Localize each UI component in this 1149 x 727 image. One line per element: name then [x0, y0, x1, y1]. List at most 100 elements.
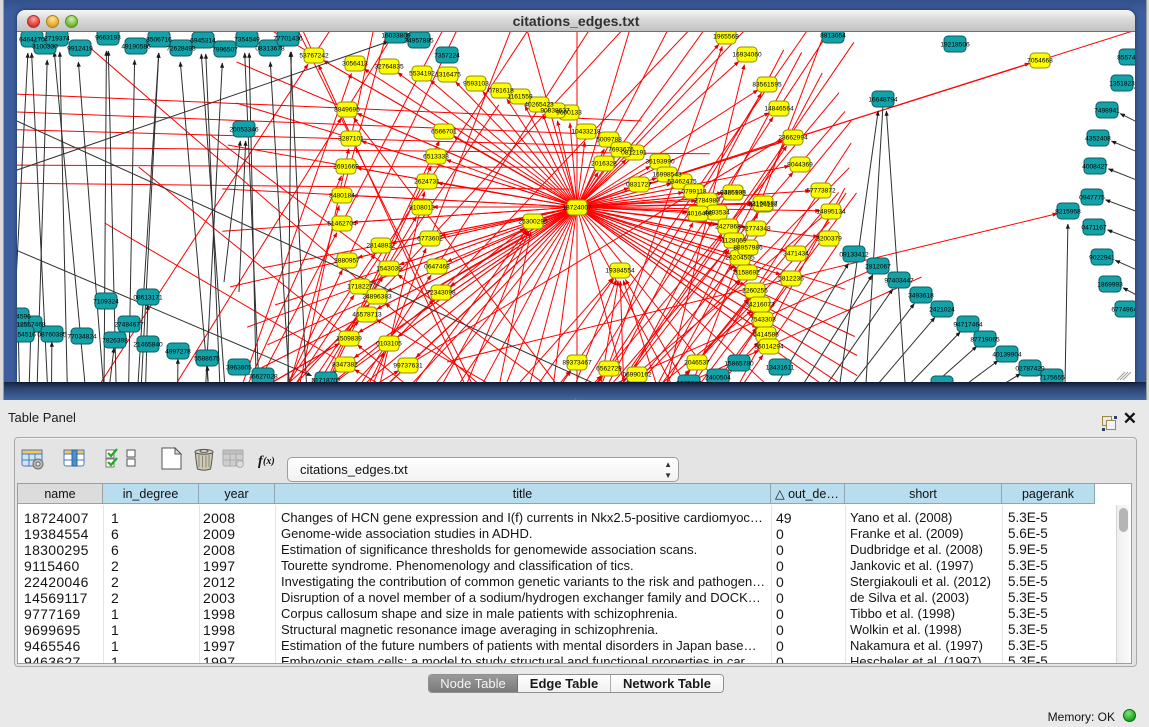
svg-text:4352408: 4352408: [1085, 136, 1111, 143]
svg-text:7175655: 7175655: [1039, 375, 1065, 382]
svg-text:3158692: 3158692: [734, 270, 760, 277]
svg-text:12567468: 12567468: [17, 322, 46, 329]
svg-text:6773602: 6773602: [417, 236, 443, 243]
svg-text:7154516: 7154516: [17, 332, 36, 339]
svg-text:5534192: 5534192: [409, 71, 435, 78]
svg-text:46578713: 46578713: [352, 312, 382, 319]
svg-text:24896383: 24896383: [362, 294, 392, 301]
svg-text:83561595: 83561595: [752, 82, 782, 89]
svg-text:6945314: 6945314: [190, 38, 216, 45]
svg-text:67749649: 67749649: [1111, 307, 1135, 314]
svg-text:27484677: 27484677: [114, 322, 144, 329]
svg-text:8215958: 8215958: [1055, 209, 1081, 216]
svg-text:34957885: 34957885: [404, 38, 434, 45]
svg-text:0799118: 0799118: [681, 189, 707, 196]
svg-text:6513338: 6513338: [423, 154, 449, 161]
svg-text:02787429: 02787429: [1015, 366, 1045, 373]
svg-text:08313678: 08313678: [255, 46, 285, 53]
svg-text:8480184: 8480184: [329, 193, 355, 200]
svg-text:2691669: 2691669: [333, 164, 359, 171]
svg-text:14895134: 14895134: [816, 209, 846, 216]
svg-text:1351823: 1351823: [1109, 81, 1135, 88]
svg-text:77034824: 77034824: [67, 334, 97, 341]
svg-text:72628498: 72628498: [166, 46, 196, 53]
svg-text:1543039: 1543039: [376, 266, 402, 273]
svg-text:3200379: 3200379: [816, 236, 842, 243]
svg-text:77701436: 77701436: [273, 36, 303, 43]
svg-text:8557444: 8557444: [1117, 55, 1135, 62]
svg-text:7109324: 7109324: [93, 299, 119, 306]
svg-text:5623869: 5623869: [676, 381, 702, 383]
svg-text:2046537: 2046537: [684, 360, 710, 367]
svg-text:1965569: 1965569: [713, 34, 739, 41]
svg-text:2880957: 2880957: [334, 258, 360, 265]
svg-text:97403447: 97403447: [884, 278, 914, 285]
svg-text:40265423: 40265423: [524, 102, 554, 109]
svg-text:2400504: 2400504: [705, 375, 731, 382]
svg-text:16648794: 16648794: [868, 97, 898, 104]
svg-text:18724007: 18724007: [562, 205, 592, 212]
svg-text:85014294: 85014294: [754, 344, 784, 351]
svg-text:0103105: 0103105: [376, 341, 402, 348]
svg-text:14846564: 14846564: [764, 106, 794, 113]
svg-text:7357224: 7357224: [434, 53, 460, 60]
svg-text:7543303: 7543303: [750, 317, 776, 324]
svg-text:99737631: 99737631: [393, 363, 423, 370]
svg-text:8044369: 8044369: [787, 162, 813, 169]
svg-text:1161559: 1161559: [507, 94, 533, 101]
svg-text:3963605: 3963605: [226, 365, 252, 372]
svg-text:8849696: 8849696: [334, 107, 360, 114]
svg-text:2784980: 2784980: [694, 198, 720, 205]
svg-text:7054668: 7054668: [1027, 58, 1053, 65]
svg-text:6566701: 6566701: [431, 129, 457, 136]
svg-text:53462475: 53462475: [667, 179, 697, 186]
svg-text:5812236: 5812236: [778, 276, 804, 283]
svg-text:3287101: 3287101: [338, 136, 364, 143]
svg-text:2260256: 2260256: [742, 288, 768, 295]
svg-text:2421024: 2421024: [929, 307, 955, 314]
svg-text:4997278: 4997278: [165, 349, 191, 356]
svg-text:3493618: 3493618: [908, 293, 934, 300]
svg-text:1316475: 1316475: [435, 72, 461, 79]
svg-text:1128059: 1128059: [721, 238, 747, 245]
svg-text:88957986: 88957986: [733, 245, 763, 252]
svg-text:2016328: 2016328: [591, 161, 617, 168]
svg-text:57773872: 57773872: [806, 188, 836, 195]
svg-text:7498941: 7498941: [1094, 108, 1120, 115]
svg-text:9593103: 9593103: [463, 81, 489, 88]
svg-text:2719374: 2719374: [44, 36, 70, 43]
svg-text:94717464: 94717464: [953, 322, 983, 329]
svg-text:0647468: 0647468: [424, 264, 450, 271]
svg-text:16998543: 16998543: [652, 172, 682, 179]
svg-text:0947775: 0947775: [1079, 195, 1105, 202]
svg-text:7354549: 7354549: [234, 37, 260, 44]
svg-text:9912419: 9912419: [67, 46, 93, 53]
svg-text:9663193: 9663193: [95, 35, 121, 42]
svg-text:32764835: 32764835: [374, 64, 404, 71]
svg-text:2174596: 2174596: [17, 314, 31, 321]
svg-text:3056413: 3056413: [342, 61, 368, 68]
svg-text:28148932: 28148932: [366, 243, 396, 250]
svg-text:06990162: 06990162: [622, 372, 652, 379]
svg-text:1869993: 1869993: [1097, 282, 1123, 289]
svg-text:2812067: 2812067: [865, 264, 891, 271]
svg-text:19218506: 19218506: [940, 42, 970, 49]
svg-text:08760385: 08760385: [37, 332, 67, 339]
svg-text:2624731: 2624731: [414, 179, 440, 186]
svg-text:7826398: 7826398: [102, 338, 128, 345]
svg-text:23166587: 23166587: [748, 201, 778, 208]
svg-text:36193990: 36193990: [645, 159, 675, 166]
svg-text:40139904: 40139904: [992, 352, 1022, 359]
svg-text:49190586: 49190586: [121, 44, 151, 51]
svg-text:51718702: 51718702: [311, 378, 341, 383]
svg-text:89373467: 89373467: [562, 360, 592, 367]
svg-text:8813054: 8813054: [820, 33, 846, 40]
svg-text:5588675: 5588675: [194, 356, 220, 363]
svg-text:4008427: 4008427: [1082, 164, 1108, 171]
svg-text:5009788: 5009788: [596, 137, 622, 144]
svg-text:34216073: 34216073: [745, 302, 775, 309]
svg-text:8506716: 8506716: [146, 37, 172, 44]
svg-text:53767242: 53767242: [299, 53, 329, 60]
svg-text:72343098: 72343098: [426, 290, 456, 297]
svg-text:2427868: 2427868: [715, 224, 741, 231]
